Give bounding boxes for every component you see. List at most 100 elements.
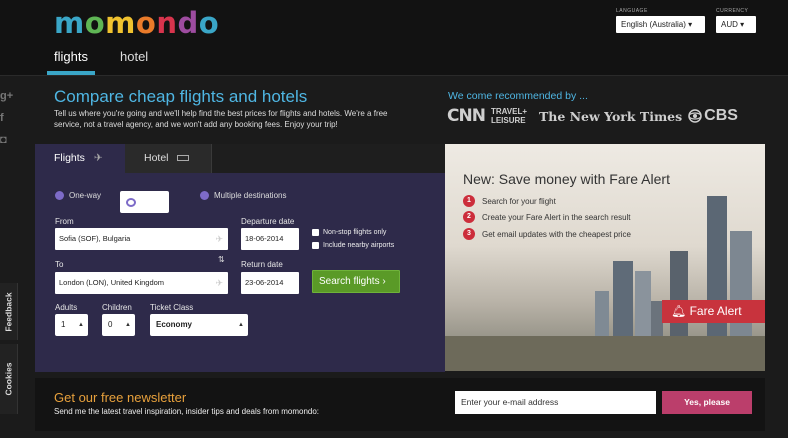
nonstop-checkbox[interactable]: Non-stop flights only xyxy=(312,229,386,236)
checkbox-box xyxy=(312,229,319,236)
facebook-icon[interactable]: f xyxy=(0,112,12,124)
return-date-label: Return date xyxy=(241,260,283,269)
arrival-plane-icon: ✈ xyxy=(215,278,223,288)
new-york-times-logo: The New York Times xyxy=(538,108,683,124)
tab-hotel-label: Hotel xyxy=(144,152,169,164)
bell-icon: 🔔︎ xyxy=(671,304,687,318)
cbs-text: CBS xyxy=(704,107,738,124)
radio-multiple-destinations[interactable]: Multiple destinations xyxy=(200,191,286,200)
language-caption: LANGUAGE xyxy=(616,8,648,14)
logo-letter: n xyxy=(156,6,178,40)
children-value: 0 xyxy=(108,320,113,329)
departure-date-field[interactable]: 18-06-2014 xyxy=(241,228,299,250)
children-select[interactable]: 0 ▲ xyxy=(102,314,135,336)
to-label: To xyxy=(55,260,64,269)
cbs-logo: CBS xyxy=(688,107,738,125)
recommended-by-heading: We come recommended by ... xyxy=(448,90,588,102)
fare-alert-button[interactable]: 🔔︎ Fare Alert xyxy=(662,300,765,323)
active-tab-indicator xyxy=(47,71,95,75)
newsletter-bar: Get our free newsletter Send me the late… xyxy=(35,378,765,431)
swap-icon[interactable]: ⇅ xyxy=(218,255,225,264)
adults-value: 1 xyxy=(61,320,66,329)
language-selector-group: LANGUAGE English (Australia) ▾ xyxy=(616,8,705,33)
google-plus-icon[interactable]: g+ xyxy=(0,90,13,102)
tab-flights-label: Flights xyxy=(54,152,85,164)
cnn-logo: CNN xyxy=(447,106,486,126)
to-value: London (LON), United Kingdom xyxy=(59,278,165,287)
nearby-label: Include nearby airports xyxy=(323,242,395,249)
from-field[interactable]: Sofia (SOF), Bulgaria ✈ xyxy=(55,228,228,250)
promo-title: New: Save money with Fare Alert xyxy=(463,171,670,187)
cookies-label: Cookies xyxy=(3,362,14,396)
momondo-logo[interactable]: momondo xyxy=(54,6,219,40)
fare-alert-label: Fare Alert xyxy=(689,304,742,318)
ticket-class-value: Economy xyxy=(156,320,193,329)
logo-letter: o xyxy=(84,6,106,40)
page-subtitle: Tell us where you're going and we'll hel… xyxy=(54,109,388,129)
step-number-3: 3 xyxy=(463,228,475,240)
cookies-tab[interactable]: Cookies xyxy=(0,344,18,414)
promo-step-2: 2 Create your Fare Alert in the search re… xyxy=(463,211,631,223)
nav-tab-hotel[interactable]: hotel xyxy=(120,49,148,64)
children-label: Children xyxy=(102,303,132,312)
radio-label: One-way xyxy=(69,191,102,200)
stepper-icon: ▲ xyxy=(78,322,84,328)
logo-letter: o xyxy=(135,6,157,40)
promo-step-text: Search for your flight xyxy=(482,196,556,206)
cbs-eye-icon xyxy=(688,109,702,123)
radio-dot xyxy=(126,197,136,207)
promo-step-3: 3 Get email updates with the cheapest pri… xyxy=(463,228,631,240)
departure-plane-icon: ✈ xyxy=(215,234,223,244)
feedback-tab[interactable]: Feedback xyxy=(0,283,18,340)
nav-tab-flights[interactable]: flights xyxy=(54,49,88,64)
email-input[interactable]: Enter your e-mail address xyxy=(455,391,656,414)
tab-hotel[interactable]: Hotel xyxy=(125,144,212,173)
radio-return-trip[interactable]: Return Trip xyxy=(120,191,169,213)
stepper-icon: ▲ xyxy=(238,322,244,328)
checkbox-box xyxy=(312,242,319,249)
promo-step-text: Create your Fare Alert in the search res… xyxy=(482,212,631,222)
radio-one-way[interactable]: One-way xyxy=(55,191,101,200)
step-number-1: 1 xyxy=(463,195,475,207)
search-flights-button[interactable]: Search flights › xyxy=(312,270,400,293)
currency-selector-group: CURRENCY AUD ▾ xyxy=(716,8,756,33)
top-bar: momondo LANGUAGE English (Australia) ▾ C… xyxy=(0,0,788,76)
language-select[interactable]: English (Australia) ▾ xyxy=(616,16,705,33)
logo-letter: m xyxy=(105,6,136,40)
promo-step-1: 1 Search for your flight xyxy=(463,195,556,207)
press-logos: CNN TRAVEL+ LEISURE The New York Times C… xyxy=(447,104,738,128)
radio-label: Multiple destinations xyxy=(214,191,287,200)
adults-select[interactable]: 1 ▲ xyxy=(55,314,88,336)
newsletter-title: Get our free newsletter xyxy=(54,390,187,405)
logo-letter: m xyxy=(54,6,85,40)
radio-dot xyxy=(200,191,209,200)
stepper-icon: ▲ xyxy=(125,322,131,328)
bed-icon xyxy=(177,155,190,162)
page-title: Compare cheap flights and hotels xyxy=(54,87,308,106)
search-tabs: Flights ✈ Hotel xyxy=(35,144,445,173)
logo-letter: o xyxy=(198,6,220,40)
currency-select[interactable]: AUD ▾ xyxy=(716,16,756,33)
ticket-class-label: Ticket Class xyxy=(150,303,194,312)
feedback-label: Feedback xyxy=(3,291,14,332)
radio-dot xyxy=(55,191,64,200)
newsletter-text: Send me the latest travel inspiration, i… xyxy=(54,407,320,416)
nearby-airports-checkbox[interactable]: Include nearby airports xyxy=(312,242,394,249)
logo-letter: d xyxy=(177,6,199,40)
subscribe-button[interactable]: Yes, please xyxy=(662,391,752,414)
ticket-class-select[interactable]: Economy ▲ xyxy=(150,314,248,336)
return-date-field[interactable]: 23-06-2014 xyxy=(241,272,299,294)
instagram-icon[interactable]: ◘ xyxy=(0,134,12,146)
currency-caption: CURRENCY xyxy=(716,8,749,14)
tab-flights[interactable]: Flights ✈ xyxy=(35,144,125,173)
from-value: Sofia (SOF), Bulgaria xyxy=(59,234,131,243)
departure-date-label: Departure date xyxy=(241,217,295,226)
promo-step-text: Get email updates with the cheapest pric… xyxy=(482,229,631,239)
adults-label: Adults xyxy=(55,303,78,312)
search-panel: Flights ✈ Hotel One-way Return Trip Mult… xyxy=(35,144,445,372)
fare-alert-promo[interactable]: New: Save money with Fare Alert 1 Search … xyxy=(445,144,765,371)
step-number-2: 2 xyxy=(463,211,475,223)
airplane-icon: ✈ xyxy=(93,152,103,164)
nonstop-label: Non-stop flights only xyxy=(323,229,387,236)
to-field[interactable]: London (LON), United Kingdom ✈ xyxy=(55,272,228,294)
